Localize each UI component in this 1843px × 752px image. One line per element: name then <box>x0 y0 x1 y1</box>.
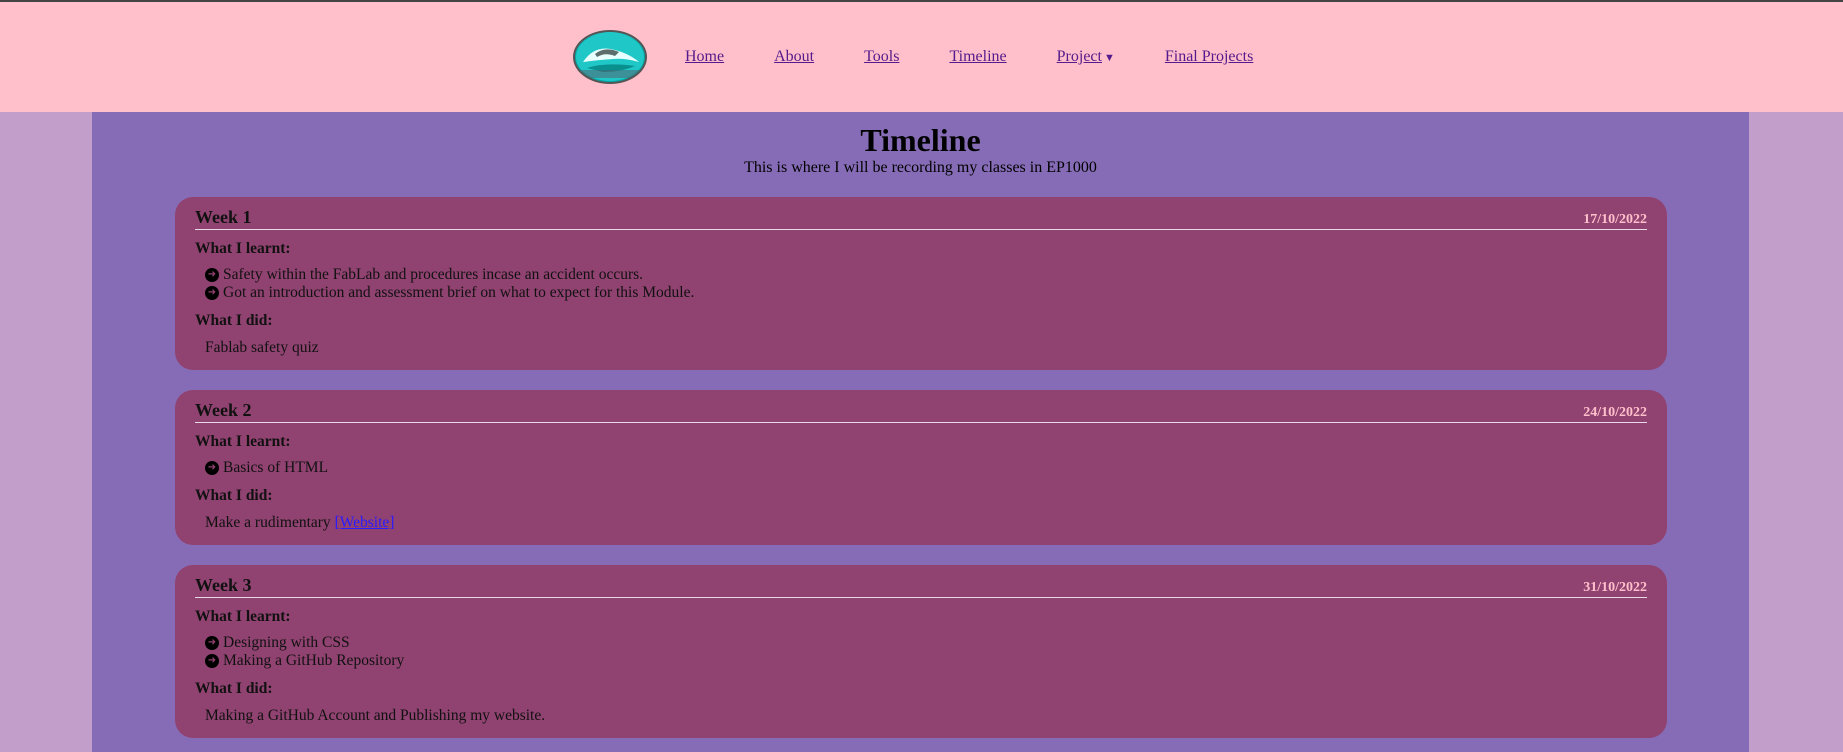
did-heading: What I did: <box>195 680 273 697</box>
week-header: Week 3 31/10/2022 <box>195 575 1647 598</box>
did-text: Make a rudimentary <box>205 514 331 531</box>
list-item: ➜ Basics of HTML <box>205 459 1647 477</box>
list-item-text: Basics of HTML <box>223 459 329 476</box>
week-date: 24/10/2022 <box>1583 405 1647 420</box>
did-text: Making a GitHub Account and Publishing m… <box>205 707 546 724</box>
learnt-heading: What I learnt: <box>195 240 291 257</box>
nav-project-dropdown[interactable]: Project ▼ <box>1057 48 1115 66</box>
site-logo[interactable] <box>573 30 647 84</box>
logo-image <box>576 33 644 81</box>
navbar: Home About Tools Timeline Project ▼ Final… <box>0 2 1843 112</box>
week-title: Week 1 <box>195 207 252 227</box>
week-card: Week 3 31/10/2022 What I learnt: ➜ Design… <box>175 565 1667 738</box>
learnt-list: ➜ Safety within the FabLab and procedures… <box>205 266 1647 302</box>
learnt-heading: What I learnt: <box>195 608 291 625</box>
list-item: ➜ Designing with CSS <box>205 634 1647 652</box>
arrow-circle-right-icon: ➜ <box>205 286 219 300</box>
learnt-heading: What I learnt: <box>195 433 291 450</box>
nav-timeline-link[interactable]: Timeline <box>949 48 1006 66</box>
list-item: ➜ Got an introduction and assessment brie… <box>205 284 1647 302</box>
list-item: ➜ Making a GitHub Repository <box>205 652 1647 670</box>
arrow-circle-right-icon: ➜ <box>205 636 219 650</box>
list-item-text: Safety within the FabLab and procedures … <box>223 266 644 283</box>
list-item: ➜ Safety within the FabLab and procedures… <box>205 266 1647 284</box>
arrow-circle-right-icon: ➜ <box>205 268 219 282</box>
nav-final-projects-link[interactable]: Final Projects <box>1165 48 1253 66</box>
nav-home-link[interactable]: Home <box>685 48 724 66</box>
week-date: 31/10/2022 <box>1583 580 1647 595</box>
did-heading: What I did: <box>195 312 273 329</box>
nav-project-label: Project <box>1056 48 1102 65</box>
did-text: Fablab safety quiz <box>205 339 319 356</box>
week-date: 17/10/2022 <box>1583 212 1647 227</box>
page-subtitle: This is where I will be recording my cla… <box>744 159 1097 176</box>
arrow-circle-right-icon: ➜ <box>205 461 219 475</box>
caret-down-icon: ▼ <box>1103 52 1115 64</box>
nav-about-link[interactable]: About <box>774 48 814 66</box>
learnt-list: ➜ Basics of HTML <box>205 459 1647 477</box>
did-line: Make a rudimentary [Website] <box>205 514 1647 532</box>
list-item-text: Got an introduction and assessment brief… <box>223 284 695 301</box>
list-item-text: Making a GitHub Repository <box>223 652 405 669</box>
did-heading: What I did: <box>195 487 273 504</box>
page-title: Timeline <box>860 122 981 158</box>
list-item-text: Designing with CSS <box>223 634 350 651</box>
week-card: Week 1 17/10/2022 What I learnt: ➜ Safety… <box>175 197 1667 370</box>
week-header: Week 2 24/10/2022 <box>195 400 1647 423</box>
week-header: Week 1 17/10/2022 <box>195 207 1647 230</box>
week-title: Week 2 <box>195 400 252 420</box>
nav-links: Home About Tools Timeline Project ▼ Final… <box>685 48 1253 66</box>
arrow-circle-right-icon: ➜ <box>205 654 219 668</box>
nav-tools-link[interactable]: Tools <box>864 48 899 66</box>
week-title: Week 3 <box>195 575 252 595</box>
learnt-list: ➜ Designing with CSS ➜ Making a GitHub Rep… <box>205 634 1647 670</box>
website-link[interactable]: [Website] <box>335 514 395 531</box>
week-card: Week 2 24/10/2022 What I learnt: ➜ Basics… <box>175 390 1667 545</box>
main-content: Timeline This is where I will be recordi… <box>92 112 1749 752</box>
